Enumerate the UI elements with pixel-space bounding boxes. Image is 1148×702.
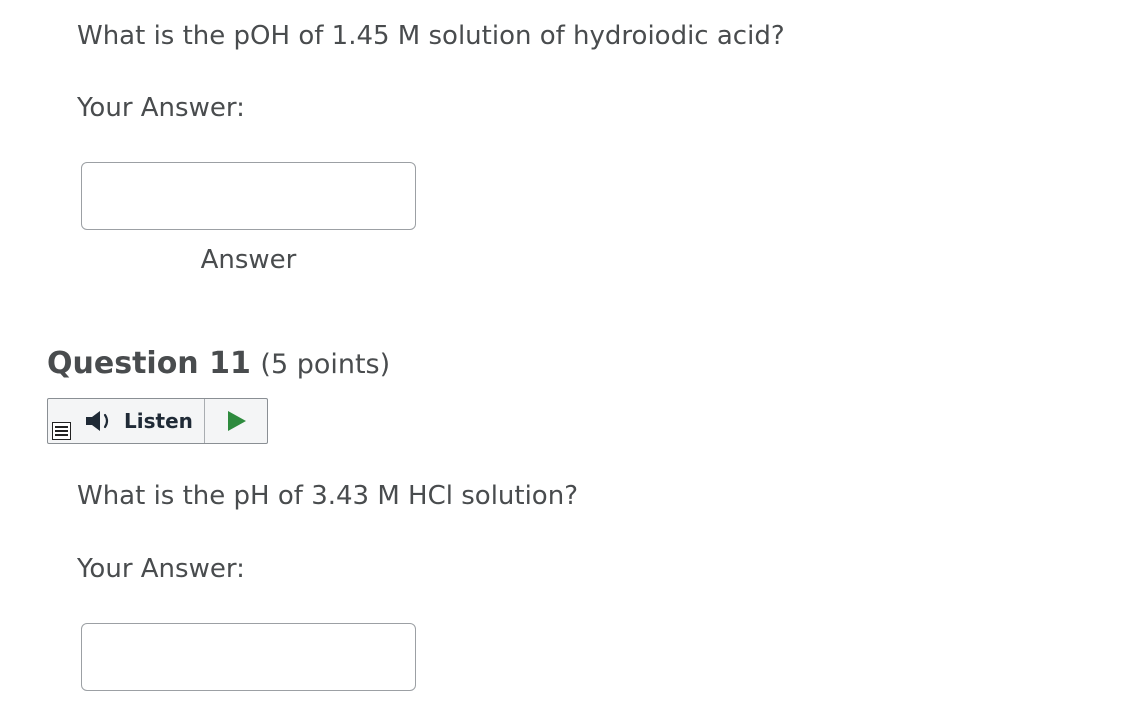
question-10-answer-input[interactable] [81,162,416,230]
listen-divider [204,399,205,443]
question-11-answer-input[interactable] [81,623,416,691]
menu-icon[interactable] [52,422,71,440]
question-number: Question 11 [47,346,251,381]
question-10-prompt: What is the pOH of 1.45 M solution of hy… [77,21,785,51]
question-11-prompt: What is the pH of 3.43 M HCl solution? [77,481,578,511]
listen-label: Listen [124,409,193,433]
question-points: (5 points) [260,349,391,380]
speaker-icon [84,409,118,433]
listen-button[interactable]: Listen [84,405,193,437]
question-10-answer-caption: Answer [200,245,297,275]
play-icon [228,411,246,431]
question-10-your-answer-label: Your Answer: [77,93,245,123]
question-11-heading: Question 11 (5 points) [47,345,390,384]
play-button[interactable] [225,409,249,433]
listen-widget: Listen [47,398,268,444]
question-11-your-answer-label: Your Answer: [77,554,245,584]
